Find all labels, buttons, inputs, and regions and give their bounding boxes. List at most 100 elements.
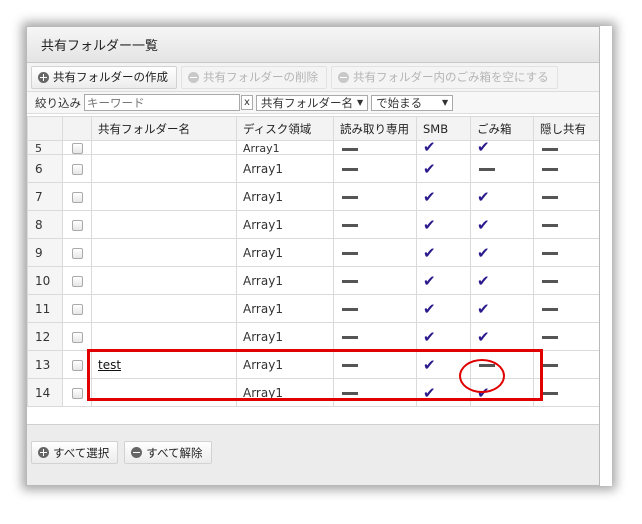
smb-cell: ✔ [416,210,471,239]
header-trash[interactable]: ごみ箱 [470,116,534,141]
row-checkbox[interactable] [71,387,83,399]
check-icon: ✔ [423,140,436,155]
smb-cell: ✔ [416,294,471,323]
create-folder-label: 共有フォルダーの作成 [53,70,168,84]
header-disk[interactable]: ディスク領域 [236,116,334,141]
match-select[interactable]: で始まる ▼ [371,94,454,111]
check-icon: ✔ [477,140,490,155]
row-number: 7 [27,182,63,211]
dash-icon [342,223,358,227]
readonly-cell [333,140,417,155]
clear-keyword-button[interactable]: x [241,95,253,110]
smb-cell: ✔ [416,322,471,351]
delete-folder-button[interactable]: 共有フォルダーの削除 [181,65,327,89]
dash-icon [542,223,558,227]
row-number: 9 [27,238,63,267]
dash-icon [342,335,358,339]
row-checkbox[interactable] [71,303,83,315]
toolbar: 共有フォルダーの作成 共有フォルダーの削除 共有フォルダー内のごみ箱を空にする [27,63,599,92]
check-icon: ✔ [423,327,436,346]
header-num [27,116,63,141]
dropdown-arrow-icon: ▼ [357,98,364,107]
folder-name-cell [91,154,237,183]
dash-icon [542,279,558,283]
table-row[interactable]: 6 Array1 ✔ [27,154,599,183]
check-icon: ✔ [477,215,490,234]
folder-name-cell [91,210,237,239]
folder-name-cell [91,294,237,323]
trash-cell: ✔ [470,266,534,295]
hidden-cell [533,294,599,323]
create-folder-button[interactable]: 共有フォルダーの作成 [31,65,177,89]
row-checkbox[interactable] [71,331,83,343]
dash-icon [542,307,558,311]
row-checkbox[interactable] [71,219,83,231]
row-checkbox-cell [62,294,92,323]
dash-icon [542,391,558,395]
footer-bar: すべて選択 すべて解除 [27,424,599,485]
hidden-cell [533,350,599,379]
dash-icon [342,167,358,171]
table-row[interactable]: 8 Array1 ✔ ✔ [27,210,599,239]
row-checkbox-cell [62,154,92,183]
table-row[interactable]: 7 Array1 ✔ ✔ [27,182,599,211]
filter-bar: 絞り込み x 共有フォルダー名 ▼ で始まる ▼ [27,92,599,114]
hidden-cell [533,238,599,267]
row-checkbox-cell [62,322,92,351]
trash-cell: ✔ [470,238,534,267]
select-all-button[interactable]: すべて選択 [31,441,119,464]
row-checkbox[interactable] [71,359,83,371]
row-checkbox[interactable] [71,143,83,154]
keyword-input[interactable] [84,94,240,111]
field-select-value: 共有フォルダー名 [261,95,353,110]
check-icon: ✔ [423,215,436,234]
trash-cell: ✔ [470,182,534,211]
row-checkbox[interactable] [71,275,83,287]
table-row[interactable]: 10 Array1 ✔ ✔ [27,266,599,295]
deselect-all-button[interactable]: すべて解除 [124,441,212,464]
minus-circle-icon [131,447,143,458]
match-select-value: で始まる [376,95,423,110]
row-number: 5 [27,140,63,155]
row-number: 13 [27,350,63,379]
hidden-cell [533,210,599,239]
dash-icon [542,251,558,255]
readonly-cell [333,266,417,295]
row-checkbox[interactable] [71,163,83,175]
deselect-all-label: すべて解除 [146,445,203,460]
table-row[interactable]: 9 Array1 ✔ ✔ [27,238,599,267]
readonly-cell [333,294,417,323]
dash-icon [479,167,495,171]
row-checkbox[interactable] [71,191,83,203]
readonly-cell [333,238,417,267]
header-smb[interactable]: SMB [416,116,471,141]
folder-name-cell [91,182,237,211]
disk-cell: Array1 [236,182,334,211]
row-checkbox[interactable] [71,247,83,259]
header-hidden[interactable]: 隠し共有 [533,116,599,141]
plus-circle-icon [38,71,49,83]
smb-cell: ✔ [416,140,471,155]
table-row[interactable]: 11 Array1 ✔ ✔ [27,294,599,323]
check-icon: ✔ [477,187,490,206]
header-name[interactable]: 共有フォルダー名 [91,116,237,141]
header-readonly[interactable]: 読み取り専用 [333,116,417,141]
check-icon: ✔ [423,159,436,178]
check-icon: ✔ [477,243,490,262]
table-row[interactable]: 5 Array1 ✔ ✔ [27,140,599,155]
hidden-cell [533,182,599,211]
readonly-cell [333,322,417,351]
folder-name-cell [91,238,237,267]
empty-trash-label: 共有フォルダー内のごみ箱を空にする [353,70,549,84]
dash-icon [542,167,558,171]
table-row[interactable]: 12 Array1 ✔ ✔ [27,322,599,351]
row-number: 11 [27,294,63,323]
row-number: 8 [27,210,63,239]
table-header-row: 共有フォルダー名 ディスク領域 読み取り専用 SMB ごみ箱 隠し共有 [27,116,599,141]
empty-trash-button[interactable]: 共有フォルダー内のごみ箱を空にする [331,65,558,89]
row-number: 14 [27,378,63,407]
check-icon: ✔ [423,243,436,262]
field-select[interactable]: 共有フォルダー名 ▼ [256,94,369,111]
trash-cell [470,154,534,183]
dash-icon [542,147,558,151]
